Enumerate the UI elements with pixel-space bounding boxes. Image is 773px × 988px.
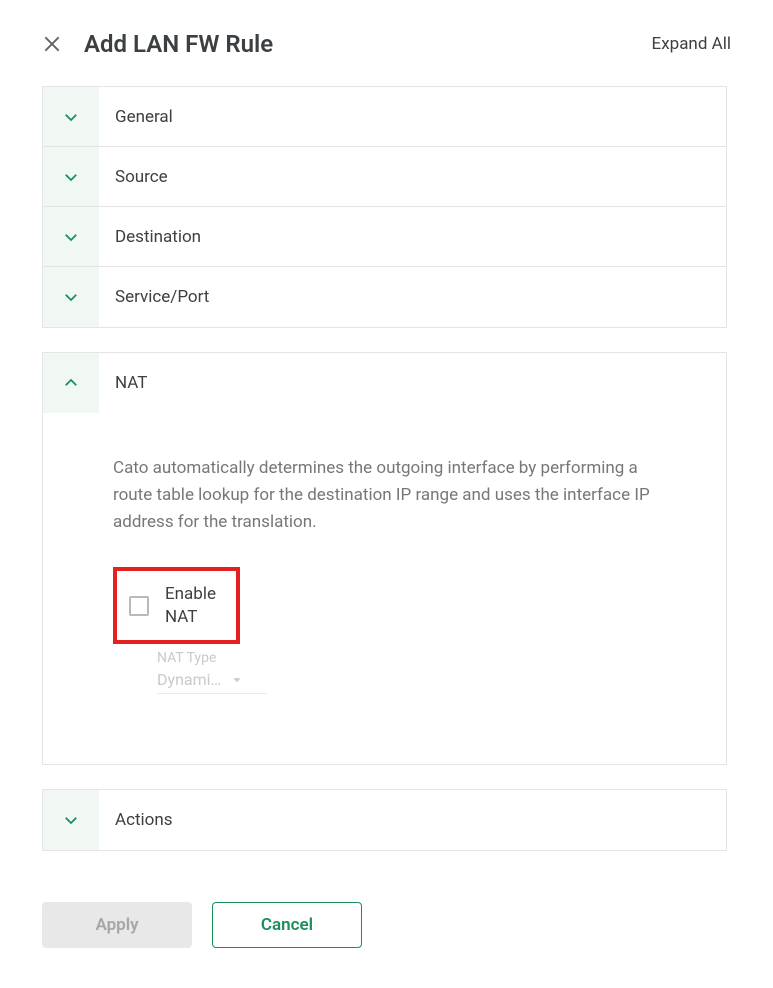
section-toggle-service-port[interactable] bbox=[43, 267, 99, 327]
section-label-general: General bbox=[99, 107, 173, 127]
nat-description: Cato automatically determines the outgoi… bbox=[113, 455, 673, 537]
chevron-up-icon bbox=[62, 374, 80, 392]
content-scroll-region[interactable]: General Source Destination Service/Port bbox=[42, 86, 731, 882]
chevron-down-icon bbox=[62, 168, 80, 186]
section-toggle-actions[interactable] bbox=[43, 790, 99, 850]
dialog-footer: Apply Cancel bbox=[42, 882, 731, 988]
chevron-down-icon bbox=[62, 288, 80, 306]
section-toggle-general[interactable] bbox=[43, 87, 99, 146]
add-lan-fw-rule-dialog: Add LAN FW Rule Expand All General Sourc… bbox=[0, 0, 773, 988]
enable-nat-highlight-box: EnableNAT bbox=[113, 567, 240, 645]
dialog-title: Add LAN FW Rule bbox=[84, 30, 273, 58]
section-toggle-destination[interactable] bbox=[43, 207, 99, 266]
close-button[interactable] bbox=[42, 34, 62, 54]
dialog-header: Add LAN FW Rule Expand All bbox=[42, 30, 731, 86]
section-toggle-nat[interactable] bbox=[43, 353, 99, 413]
scroll-spacer bbox=[42, 851, 727, 882]
section-label-nat: NAT bbox=[99, 373, 147, 393]
section-service-port[interactable]: Service/Port bbox=[43, 267, 726, 327]
nat-type-value: Dynami… bbox=[157, 670, 221, 689]
section-nat-header[interactable]: NAT bbox=[43, 353, 726, 413]
section-nat: NAT Cato automatically determines the ou… bbox=[42, 352, 727, 765]
section-general[interactable]: General bbox=[43, 87, 726, 147]
chevron-down-icon bbox=[62, 108, 80, 126]
section-label-actions: Actions bbox=[99, 810, 173, 830]
section-actions[interactable]: Actions bbox=[43, 790, 726, 850]
dropdown-caret-icon bbox=[231, 674, 243, 686]
section-actions-group: Actions bbox=[42, 789, 727, 851]
enable-nat-label-text: EnableNAT bbox=[165, 584, 216, 627]
section-destination[interactable]: Destination bbox=[43, 207, 726, 267]
enable-nat-label: EnableNAT bbox=[165, 583, 216, 629]
chevron-down-icon bbox=[62, 228, 80, 246]
chevron-down-icon bbox=[62, 811, 80, 829]
expand-all-button[interactable]: Expand All bbox=[652, 34, 731, 54]
cancel-button[interactable]: Cancel bbox=[212, 902, 362, 948]
collapsed-sections-group: General Source Destination Service/Port bbox=[42, 86, 727, 328]
nat-type-label: NAT Type bbox=[157, 650, 698, 666]
section-label-service-port: Service/Port bbox=[99, 287, 209, 307]
enable-nat-checkbox[interactable] bbox=[129, 596, 149, 616]
section-label-source: Source bbox=[99, 167, 168, 187]
apply-button[interactable]: Apply bbox=[42, 902, 192, 948]
section-nat-body: Cato automatically determines the outgoi… bbox=[43, 413, 726, 764]
section-label-destination: Destination bbox=[99, 227, 201, 247]
close-icon bbox=[42, 34, 62, 54]
nat-type-select[interactable]: Dynami… bbox=[157, 666, 267, 694]
section-toggle-source[interactable] bbox=[43, 147, 99, 206]
section-source[interactable]: Source bbox=[43, 147, 726, 207]
dialog-header-left: Add LAN FW Rule bbox=[42, 30, 273, 58]
nat-type-block: NAT Type Dynami… bbox=[157, 650, 698, 694]
